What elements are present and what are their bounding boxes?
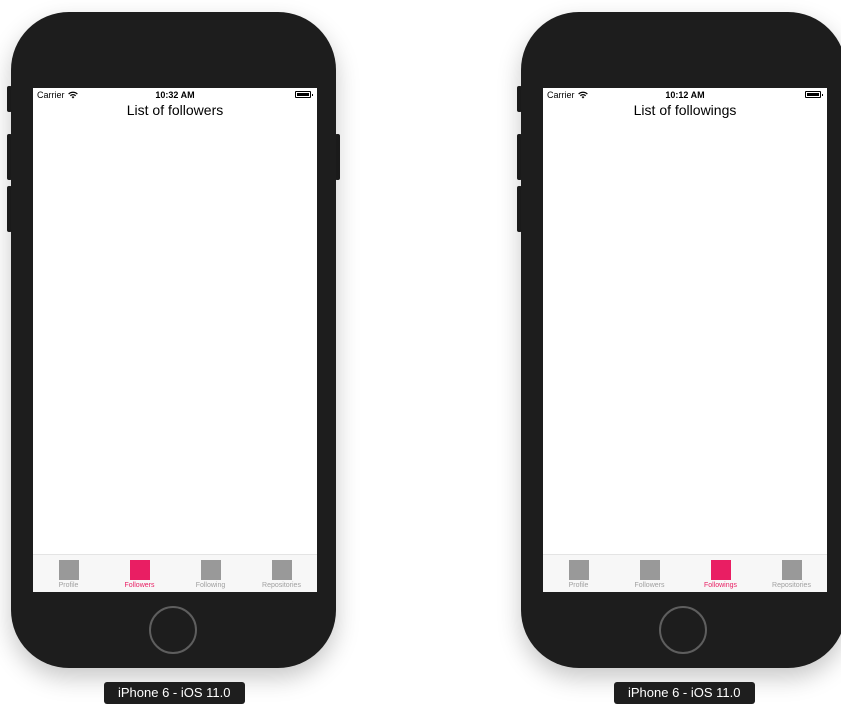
device-label: iPhone 6 - iOS 11.0 <box>614 682 755 704</box>
device-label: iPhone 6 - iOS 11.0 <box>104 682 245 704</box>
tab-label: Repositories <box>772 582 811 589</box>
tab-following[interactable]: Following <box>175 555 246 592</box>
following-tab-icon <box>200 560 221 580</box>
status-bar: Carrier 10:12 AM <box>543 88 827 102</box>
page-title: List of followings <box>633 102 737 118</box>
tab-repositories[interactable]: Repositories <box>756 555 827 592</box>
tab-profile[interactable]: Profile <box>33 555 104 592</box>
status-time: 10:12 AM <box>665 90 705 100</box>
repositories-tab-icon <box>781 560 802 580</box>
tab-label: Followings <box>703 582 738 589</box>
tab-profile[interactable]: Profile <box>543 555 614 592</box>
status-bar: Carrier 10:32 AM <box>33 88 317 102</box>
simulator-device-followings: Carrier 10:12 AM List of followings Prof… <box>517 12 841 668</box>
battery-icon <box>805 91 823 98</box>
tab-label: Followers <box>634 582 665 589</box>
profile-tab-icon <box>568 560 589 580</box>
screen: Carrier 10:32 AM List of followers Profi… <box>33 88 317 592</box>
tab-label: Followers <box>124 582 155 589</box>
followers-tab-icon <box>129 560 150 580</box>
repositories-tab-icon <box>271 560 292 580</box>
screen: Carrier 10:12 AM List of followings Prof… <box>543 88 827 592</box>
home-button[interactable] <box>659 606 707 654</box>
tab-label: Profile <box>568 582 589 589</box>
battery-icon <box>295 91 313 98</box>
followers-tab-icon <box>639 560 660 580</box>
tab-label: Following <box>195 582 226 589</box>
home-button[interactable] <box>149 606 197 654</box>
tab-followers[interactable]: Followers <box>614 555 685 592</box>
simulator-device-followers: Carrier 10:32 AM List of followers Profi… <box>7 12 340 668</box>
profile-tab-icon <box>58 560 79 580</box>
tab-bar: Profile Followers Following Repositories <box>33 554 317 592</box>
tab-repositories[interactable]: Repositories <box>246 555 317 592</box>
tab-bar: Profile Followers Followings Repositorie… <box>543 554 827 592</box>
status-time: 10:32 AM <box>155 90 195 100</box>
tab-followings[interactable]: Followings <box>685 555 756 592</box>
page-title: List of followers <box>126 102 224 118</box>
tab-label: Repositories <box>262 582 301 589</box>
tab-followers[interactable]: Followers <box>104 555 175 592</box>
followings-tab-icon <box>710 560 731 580</box>
tab-label: Profile <box>58 582 79 589</box>
